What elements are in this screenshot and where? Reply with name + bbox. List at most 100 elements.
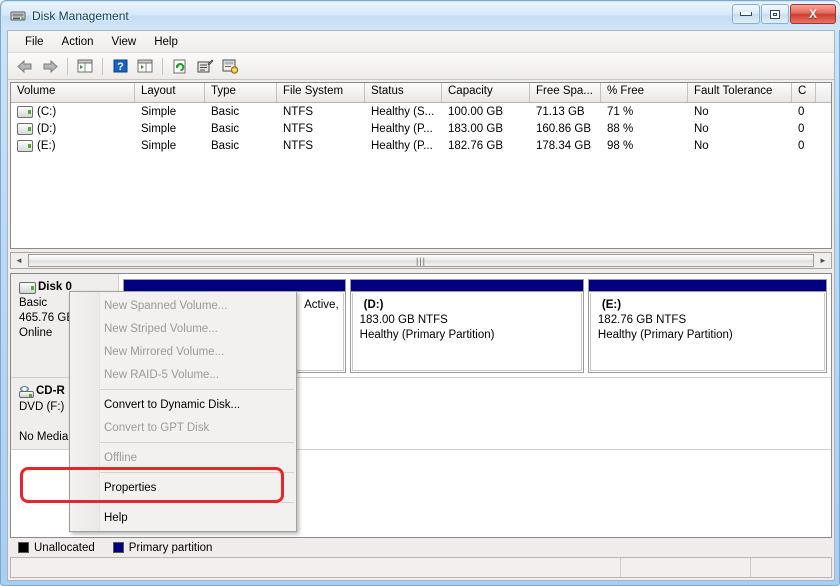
cell-capacity: 182.76 GB [448, 139, 503, 152]
title-bar: Disk Management X [2, 2, 840, 30]
cell-volume-label: (E:) [37, 139, 56, 152]
legend: Unallocated Primary partition [10, 538, 832, 557]
cell-free-space: 178.34 GB [536, 139, 591, 152]
partition-e[interactable]: (E:) 182.76 GB NTFS Healthy (Primary Par… [587, 279, 827, 373]
disk-management-icon [10, 8, 26, 24]
close-button[interactable]: X [790, 4, 836, 24]
column-header-percent-free[interactable]: % Free [601, 83, 688, 102]
context-menu-separator-1 [100, 389, 294, 390]
cell-file-system: NTFS [283, 139, 314, 152]
column-header-type[interactable]: Type [205, 83, 277, 102]
cell-volume: (D:) [11, 122, 135, 135]
show-hide-action-pane-icon[interactable] [134, 56, 156, 77]
cell-volume: (C:) [11, 105, 135, 118]
table-row[interactable]: (E:) Simple Basic NTFS Healthy (P... 182… [11, 137, 831, 154]
hard-disk-icon [19, 281, 36, 294]
rescan-disks-icon[interactable] [219, 56, 241, 77]
forward-arrow-icon[interactable] [39, 56, 61, 77]
drive-icon [17, 139, 33, 152]
cdrom-name: CD-R [36, 385, 65, 397]
column-header-file-system[interactable]: File System [277, 83, 365, 102]
column-header-volume[interactable]: Volume [11, 83, 135, 102]
cell-status: Healthy (S... [371, 105, 435, 118]
cell-fault-tolerance: No [694, 139, 709, 152]
partition-label: (E:) [601, 299, 622, 311]
disk-name: Disk 0 [38, 281, 72, 293]
menu-item-convert-to-dynamic-disk[interactable]: Convert to Dynamic Disk... [70, 393, 296, 416]
partition-details: (D:) 183.00 GB NTFS Healthy (Primary Par… [351, 293, 582, 371]
menu-item-convert-to-gpt-disk: Convert to GPT Disk [104, 421, 210, 434]
menu-item-help[interactable]: Help [70, 506, 296, 529]
cell-type: Basic [211, 122, 240, 135]
cell-free-space: 71.13 GB [536, 105, 585, 118]
partition-status: Healthy (Primary Partition) [597, 329, 733, 341]
cell-percent-free: 88 % [607, 122, 634, 135]
properties-icon[interactable] [194, 56, 216, 77]
show-hide-console-tree-icon[interactable] [74, 56, 96, 77]
column-header-free-space[interactable]: Free Spa... [530, 83, 601, 102]
window-controls: X [732, 4, 836, 24]
close-icon: X [808, 7, 817, 21]
menu-item-new-raid5-volume: New RAID-5 Volume... [104, 368, 220, 381]
menu-help[interactable]: Help [145, 34, 187, 50]
partition-details: (E:) 182.76 GB NTFS Healthy (Primary Par… [589, 293, 825, 371]
menu-file[interactable]: File [16, 34, 53, 50]
context-menu-separator-3 [100, 472, 294, 473]
toolbar-separator-3 [162, 57, 163, 75]
menu-action[interactable]: Action [53, 34, 103, 50]
cell-file-system: NTFS [283, 122, 314, 135]
cell-layout: Simple [141, 105, 177, 118]
back-arrow-icon[interactable] [14, 56, 36, 77]
partition-label: (D:) [363, 299, 384, 311]
table-row[interactable]: (C:) Simple Basic NTFS Healthy (S... 100… [11, 103, 831, 120]
scroll-left-icon[interactable]: ◄ [11, 253, 27, 268]
column-header-fault-tolerance[interactable]: Fault Tolerance [688, 83, 792, 102]
menu-view[interactable]: View [103, 34, 146, 50]
table-row[interactable]: (D:) Simple Basic NTFS Healthy (P... 183… [11, 120, 831, 137]
menu-item-new-spanned-volume: New Spanned Volume... [104, 299, 228, 312]
maximize-button[interactable] [761, 4, 789, 24]
volume-list[interactable]: Volume Layout Type File System Status Ca… [10, 82, 832, 249]
disk-context-menu[interactable]: New Spanned Volume... New Striped Volume… [69, 291, 297, 532]
toolbar-separator-1 [67, 57, 68, 75]
cell-overhead: 0 [798, 105, 805, 118]
context-menu-separator-2 [100, 442, 294, 443]
help-icon[interactable]: ? [109, 56, 131, 77]
cell-status: Healthy (P... [371, 139, 433, 152]
drive-icon [17, 105, 33, 118]
legend-swatch-unallocated [18, 542, 29, 553]
menu-item-offline: Offline [104, 451, 138, 464]
toolbar: ? [8, 53, 834, 80]
partition-color-bar [350, 280, 583, 292]
menu-item-new-striped-volume: New Striped Volume... [104, 322, 218, 335]
cell-capacity: 183.00 GB [448, 122, 503, 135]
partition-status: Healthy (Primary Partition) [359, 329, 495, 341]
window-title: Disk Management [32, 9, 129, 23]
cell-free-space: 160.86 GB [536, 122, 591, 135]
menu-item-properties[interactable]: Properties [70, 476, 296, 499]
cell-capacity: 100.00 GB [448, 105, 503, 118]
menu-item-new-mirrored-volume: New Mirrored Volume... [104, 345, 225, 358]
scrollbar-thumb[interactable]: ||| [28, 254, 814, 267]
volume-list-header: Volume Layout Type File System Status Ca… [11, 83, 831, 103]
horizontal-scrollbar[interactable]: ◄ ||| ► [10, 252, 832, 269]
cell-layout: Simple [141, 139, 177, 152]
menu-bar: File Action View Help [8, 31, 834, 53]
column-header-overhead[interactable]: C [792, 83, 816, 102]
legend-label-unallocated: Unallocated [34, 541, 95, 554]
svg-text:?: ? [117, 61, 124, 73]
column-header-layout[interactable]: Layout [135, 83, 205, 102]
legend-swatch-primary-partition [112, 542, 124, 553]
cell-volume: (E:) [11, 139, 135, 152]
partition-d[interactable]: (D:) 183.00 GB NTFS Healthy (Primary Par… [349, 279, 584, 373]
disk-management-window: Disk Management X File Action View Help [0, 0, 840, 586]
column-header-capacity[interactable]: Capacity [442, 83, 530, 102]
minimize-button[interactable] [732, 4, 760, 24]
scroll-right-icon[interactable]: ► [815, 253, 831, 268]
refresh-icon[interactable] [169, 56, 191, 77]
column-header-status[interactable]: Status [365, 83, 442, 102]
status-bar-message [11, 558, 621, 577]
cell-type: Basic [211, 105, 240, 118]
cell-volume-label: (C:) [37, 105, 57, 118]
cell-overhead: 0 [798, 122, 805, 135]
